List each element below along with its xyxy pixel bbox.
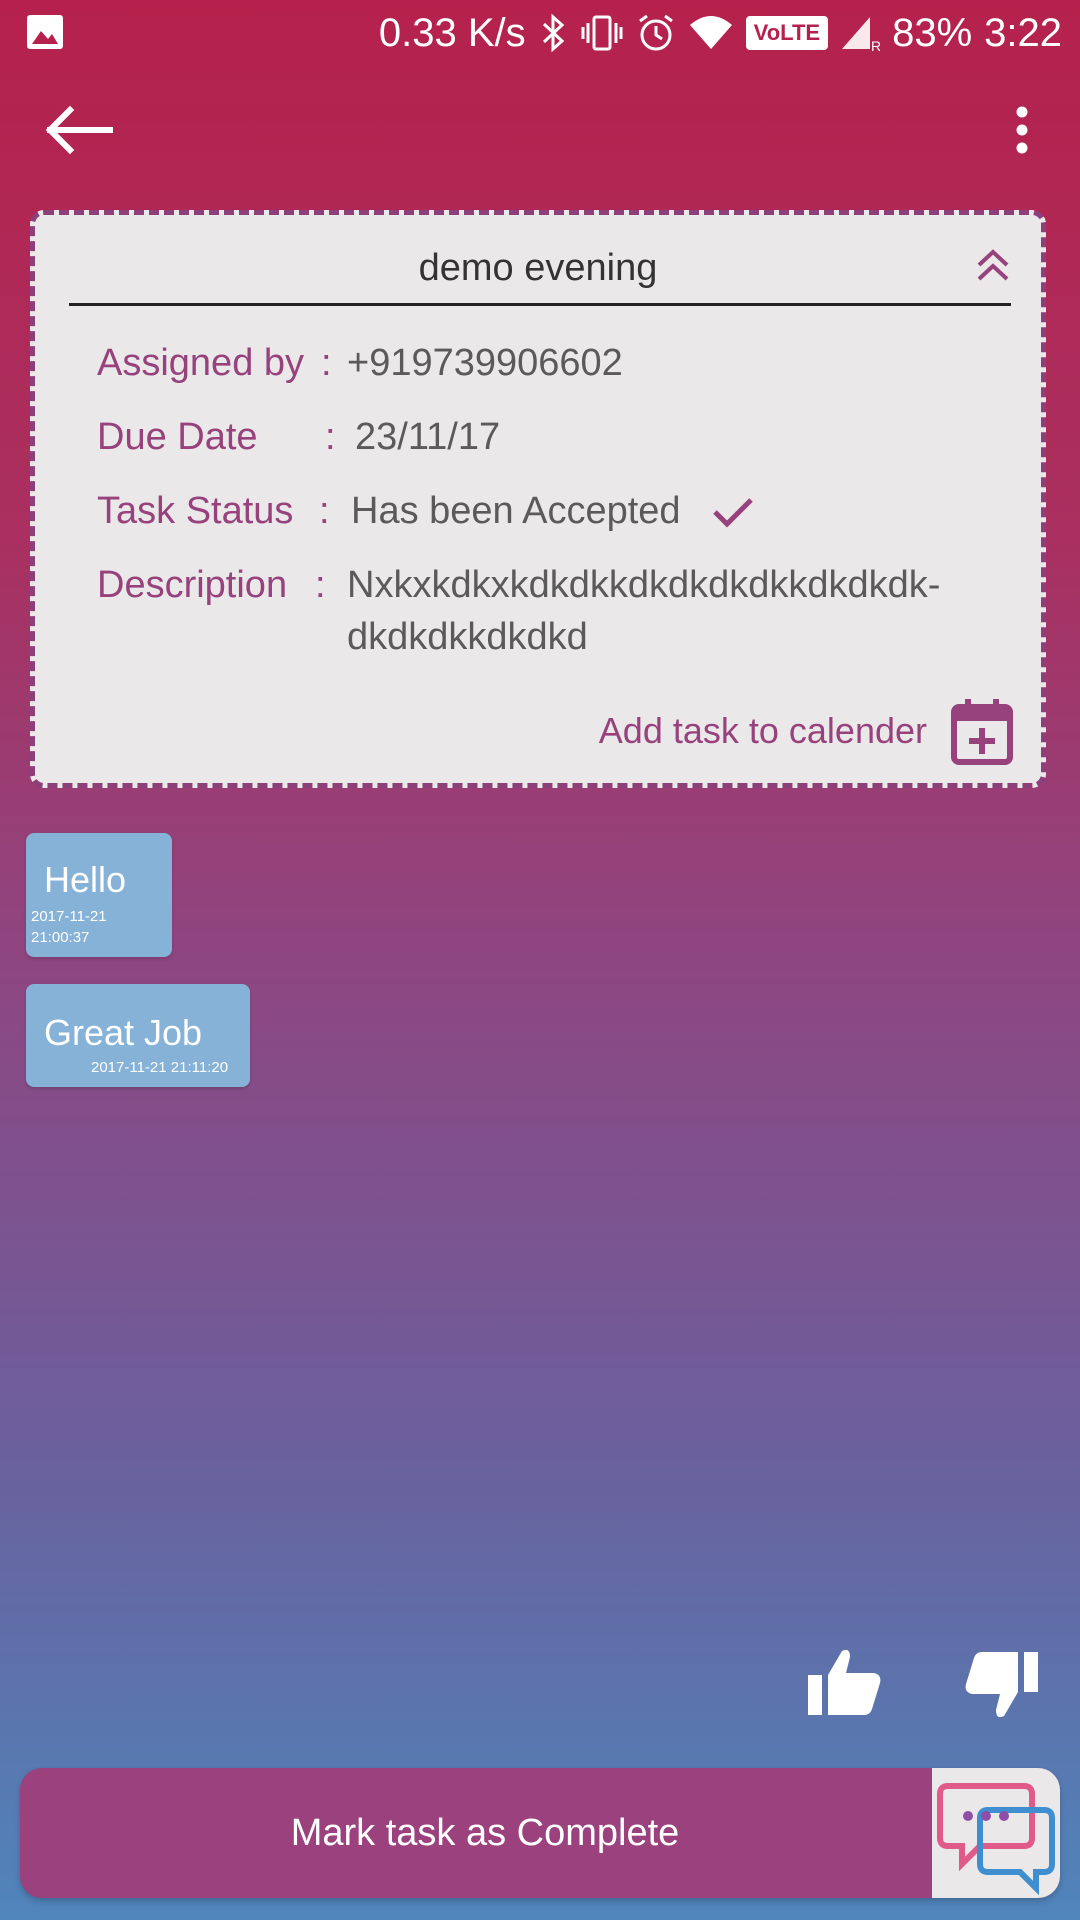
task-title: demo evening	[418, 247, 658, 289]
message-text: Hello	[44, 859, 127, 900]
add-to-calendar[interactable]: Add task to calender	[599, 695, 1013, 767]
status-indicators: 0.33 K/s VoLTE R 83% 3:22	[379, 6, 1062, 60]
thumbs-down-icon[interactable]	[962, 1648, 1040, 1722]
assigned-by-value: +919739906602	[347, 342, 623, 384]
message-bubble: Great Job 2017-11-21 21:11:20	[26, 984, 250, 1087]
title-divider	[69, 303, 1011, 306]
thumbs-up-icon[interactable]	[806, 1645, 882, 1719]
message-bubble: Hello 2017-11-21 21:00:37	[26, 833, 172, 957]
back-arrow-icon[interactable]	[40, 102, 116, 158]
message-timestamp: 2017-11-21 21:11:20	[91, 1059, 229, 1076]
add-to-calendar-label[interactable]: Add task to calender	[599, 710, 927, 752]
mark-complete-button[interactable]: Mark task as Complete	[20, 1768, 950, 1898]
due-date-label: Due Date	[97, 416, 258, 458]
separator: :	[315, 564, 326, 606]
bluetooth-icon	[542, 13, 564, 53]
mark-complete-bar: Mark task as Complete	[20, 1768, 1060, 1898]
image-notification-icon	[27, 15, 63, 49]
chat-bubbles-icon[interactable]	[932, 1768, 1060, 1898]
separator: :	[325, 416, 336, 458]
volte-badge: VoLTE	[745, 16, 829, 50]
wifi-icon	[689, 16, 732, 49]
app-bar	[0, 66, 1080, 190]
svg-text:R: R	[871, 38, 880, 53]
collapse-chevron-icon[interactable]	[973, 245, 1013, 285]
separator: :	[319, 490, 330, 532]
due-date-value: 23/11/17	[355, 416, 501, 458]
description-value-line1: Nxkxkdkxkdkdkkdkdkdkdkkdkdkdk-	[347, 564, 941, 606]
message-timestamp-date: 2017-11-21	[31, 908, 107, 925]
more-options-icon[interactable]	[1002, 102, 1042, 158]
task-card: demo evening Assigned by : +919739906602…	[30, 210, 1046, 788]
signal-icon: R	[842, 17, 880, 53]
task-status-label: Task Status	[97, 490, 294, 532]
assigned-by-label: Assigned by	[97, 342, 305, 384]
battery-level: 83%	[892, 10, 973, 55]
network-speed: 0.33 K/s	[378, 10, 526, 55]
message-timestamp-time: 21:00:37	[31, 929, 90, 946]
calendar-add-icon[interactable]	[951, 697, 1013, 765]
chat-button[interactable]	[932, 1768, 1060, 1898]
description-label: Description	[97, 564, 288, 606]
clock: 3:22	[984, 10, 1062, 55]
status-bar: 0.33 K/s VoLTE R 83% 3:22	[0, 0, 1080, 66]
check-icon	[713, 498, 753, 528]
alarm-icon	[638, 14, 673, 51]
message-text: Great Job	[44, 1012, 203, 1053]
task-status-value: Has been Accepted	[351, 490, 681, 532]
vibrate-icon	[581, 15, 623, 51]
separator: :	[321, 342, 332, 384]
description-value-line2: dkdkdkkdkdkd	[347, 616, 588, 658]
